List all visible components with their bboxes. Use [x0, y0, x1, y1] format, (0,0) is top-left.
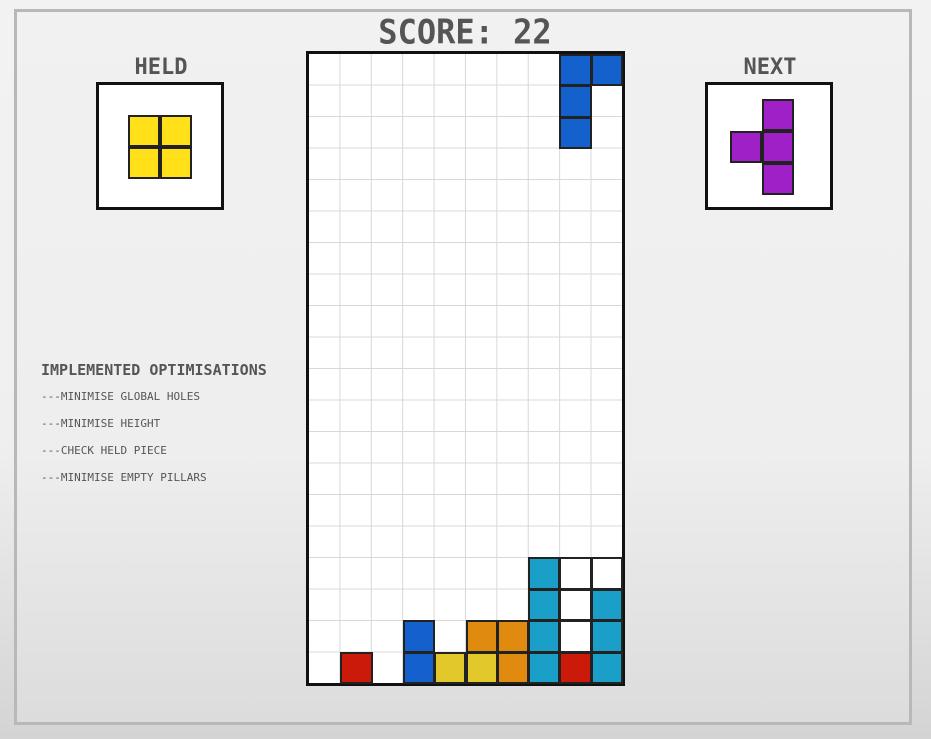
stack-block	[434, 651, 467, 684]
stack-block	[590, 620, 623, 653]
stack-block	[465, 620, 498, 653]
optimisation-item: ---MINIMISE EMPTY PILLARS	[41, 471, 207, 484]
stack-block	[590, 588, 623, 622]
stack-block	[559, 588, 592, 622]
optimisations-title: IMPLEMENTED OPTIMISATIONS	[41, 361, 267, 379]
active-piece-block	[559, 54, 592, 87]
stack-block	[590, 557, 623, 590]
held-title: HELD	[134, 55, 188, 80]
next-piece-preview	[705, 82, 833, 210]
stack-block	[559, 620, 592, 653]
held-piece-block	[160, 115, 192, 147]
score-label: SCORE: 22	[378, 12, 552, 52]
optimisation-item: ---MINIMISE HEIGHT	[41, 417, 161, 430]
stack-block	[496, 651, 530, 684]
active-piece-block	[559, 116, 592, 150]
held-piece-block	[128, 147, 160, 179]
next-piece-block	[762, 131, 794, 163]
active-piece-block	[559, 85, 592, 118]
stack-block	[528, 620, 561, 653]
held-piece-preview	[96, 82, 224, 210]
stack-block	[496, 620, 530, 653]
optimisation-item: ---MINIMISE GLOBAL HOLES	[41, 390, 200, 403]
next-title: NEXT	[743, 55, 797, 80]
stack-block	[340, 651, 373, 684]
stack-block	[559, 651, 592, 684]
optimisation-item: ---CHECK HELD PIECE	[41, 444, 167, 457]
stack-block	[528, 557, 561, 590]
active-piece-block	[590, 54, 623, 87]
tetris-board	[306, 51, 625, 686]
next-piece-block	[730, 131, 762, 163]
stack-block	[590, 651, 623, 684]
stack-block	[465, 651, 498, 684]
held-piece-block	[128, 115, 160, 147]
stack-block	[528, 588, 561, 622]
held-piece-block	[160, 147, 192, 179]
stack-block	[528, 651, 561, 684]
stack-block	[559, 557, 592, 590]
next-piece-block	[762, 163, 794, 195]
stack-block	[402, 651, 436, 684]
next-piece-block	[762, 99, 794, 131]
stack-block	[402, 620, 436, 653]
